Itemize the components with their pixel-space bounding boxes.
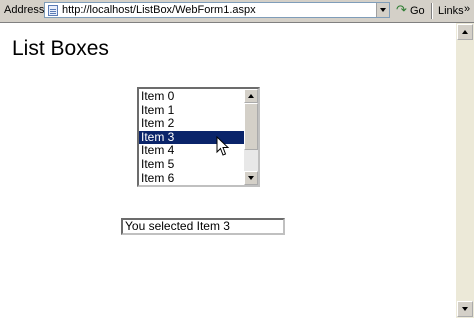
page-scroll-down-button[interactable] — [457, 301, 473, 317]
mouse-pointer-icon — [216, 136, 230, 156]
page-content: List Boxes Item 0 Item 1 Item 2 Item 3 I… — [0, 23, 456, 318]
list-item[interactable]: Item 0 — [139, 89, 245, 104]
scroll-thumb[interactable] — [244, 103, 258, 150]
page-scroll-up-button[interactable] — [457, 24, 473, 40]
list-item[interactable]: Item 1 — [139, 103, 245, 118]
chevron-right-icon: » — [464, 3, 471, 15]
list-item[interactable]: Item 5 — [139, 157, 245, 172]
go-button[interactable]: ↷ Go — [394, 2, 430, 19]
scroll-up-button[interactable] — [244, 89, 258, 103]
arrow-down-icon — [462, 307, 468, 311]
go-arrow-icon: ↷ — [396, 2, 407, 17]
url-input[interactable]: http://localhost/ListBox/WebForm1.aspx — [44, 2, 390, 18]
list-item[interactable]: Item 2 — [139, 117, 245, 131]
item-listbox[interactable]: Item 0 Item 1 Item 2 Item 3 Item 4 Item … — [137, 87, 260, 187]
page-scrollbar[interactable] — [456, 23, 474, 318]
arrow-down-icon — [248, 176, 254, 180]
url-dropdown-button[interactable] — [376, 3, 389, 17]
arrow-up-icon — [248, 94, 254, 98]
toolbar-separator — [431, 3, 433, 19]
scroll-down-button[interactable] — [244, 171, 258, 185]
page-title: List Boxes — [12, 37, 109, 60]
arrow-up-icon — [462, 30, 468, 34]
address-label: Address — [4, 4, 45, 16]
selection-result-field[interactable]: You selected Item 3 — [121, 218, 285, 235]
links-button[interactable]: Links » — [436, 2, 474, 19]
links-label: Links — [438, 5, 464, 17]
selection-result-text: You selected Item 3 — [125, 219, 230, 233]
listbox-scrollbar[interactable] — [244, 89, 258, 185]
url-text: http://localhost/ListBox/WebForm1.aspx — [62, 4, 256, 16]
list-item[interactable]: Item 6 — [139, 171, 245, 186]
page-icon — [48, 5, 58, 16]
go-label: Go — [410, 5, 425, 17]
address-bar: Address http://localhost/ListBox/WebForm… — [0, 0, 474, 23]
